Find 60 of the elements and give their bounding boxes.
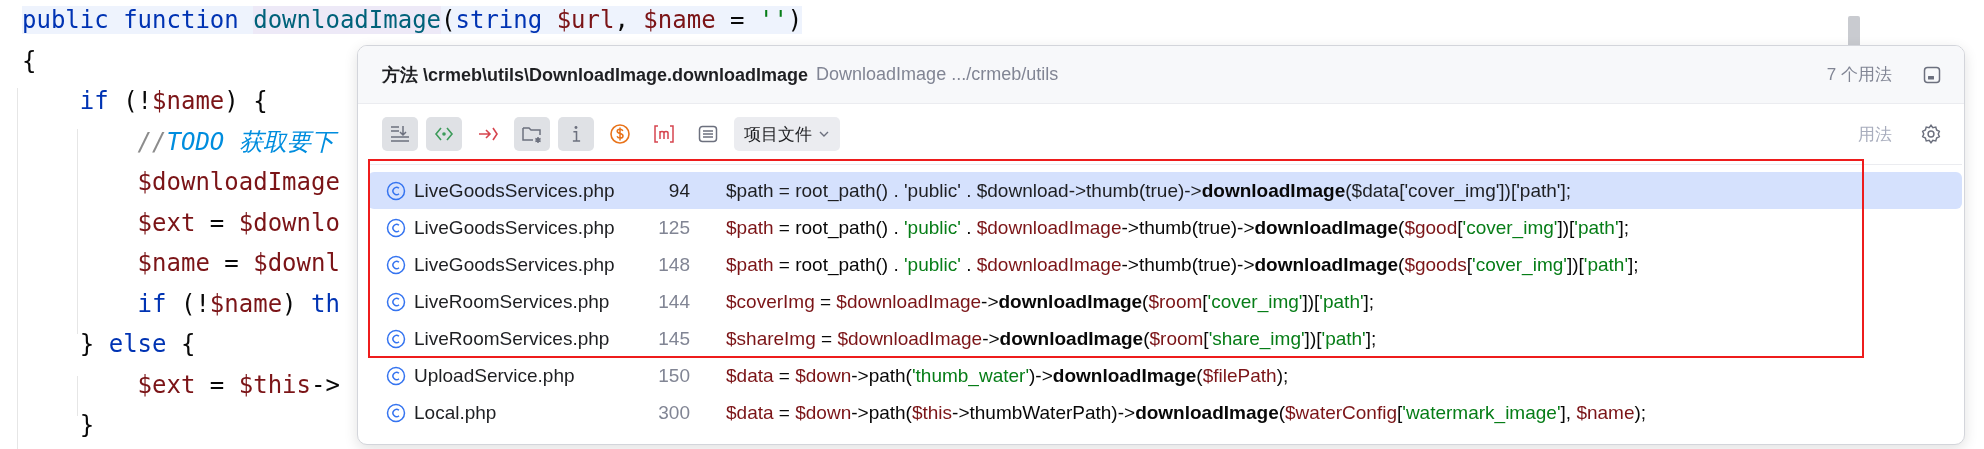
dock-icon[interactable] bbox=[1922, 64, 1942, 85]
class-icon bbox=[386, 217, 406, 238]
file-name: Local.php bbox=[414, 401, 498, 424]
line-number: 148 bbox=[657, 253, 690, 276]
code-line: $ext = $this-> bbox=[136, 370, 340, 399]
line-number: 145 bbox=[657, 327, 690, 350]
line-number: 150 bbox=[657, 364, 690, 387]
line-number: 300 bbox=[657, 401, 690, 424]
code-snippet: $path = root_path() . 'public' . $download->thumb(true)->downloadImage($data['cover_img'])['path']; bbox=[726, 179, 1572, 202]
code-snippet: $data = $down->path('thumb_water')->downloadImage($filePath); bbox=[726, 364, 1289, 387]
code-snippet: $path = root_path() . 'public' . $downloadImage->thumb(true)->downloadImage($good['cover_img'])['path']; bbox=[726, 216, 1630, 239]
filter-toggle[interactable] bbox=[558, 117, 594, 151]
filter-toggle[interactable] bbox=[382, 117, 418, 151]
file-name: LiveRoomServices.php bbox=[414, 327, 611, 350]
file-name: UploadService.php bbox=[414, 364, 576, 387]
code-line: $ext = $downlo bbox=[136, 208, 340, 237]
code-line: $downloadImage bbox=[136, 168, 340, 196]
file-name: LiveGoodsServices.php bbox=[414, 253, 616, 276]
code-snippet: $shareImg = $downloadImage->downloadImage($room['share_img'])['path']; bbox=[726, 327, 1377, 350]
dollar-icon bbox=[609, 123, 631, 145]
class-icon bbox=[386, 180, 406, 201]
code-snippet: $coverImg = $downloadImage->downloadImage($room['cover_img'])['path']; bbox=[726, 290, 1375, 313]
settings-icon[interactable] bbox=[1920, 123, 1942, 145]
scope-dropdown[interactable]: 项目文件 bbox=[734, 117, 840, 151]
usage-row[interactable]: LiveGoodsServices.php 125 $path = root_path() . 'public' . $downloadImage->thumb(true)->downloadImage($good['cover_img'])['path']; bbox=[368, 209, 1962, 246]
class-icon bbox=[386, 254, 406, 275]
code-line: } else { bbox=[78, 330, 196, 358]
line-number: 94 bbox=[667, 179, 690, 202]
code-line: $name = $downl bbox=[136, 249, 340, 277]
align-bottom-icon bbox=[389, 123, 411, 145]
file-name: LiveGoodsServices.php bbox=[414, 216, 616, 239]
usage-count: 7 个用法 bbox=[1826, 64, 1892, 86]
usages-label: 用法 bbox=[1858, 122, 1892, 146]
code-snippet: $path = root_path() . 'public' . $downloadImage->thumb(true)->downloadImage($goods['cover_img'])['path']; bbox=[726, 253, 1639, 276]
code-line: if (!$name) th bbox=[136, 289, 340, 318]
line-number: 144 bbox=[657, 290, 690, 313]
class-icon bbox=[386, 291, 406, 312]
filter-toggle[interactable] bbox=[426, 117, 462, 151]
info-icon bbox=[571, 126, 581, 142]
list-icon bbox=[697, 123, 719, 145]
usage-row[interactable]: LiveRoomServices.php 144 $coverImg = $downloadImage->downloadImage($room['cover_img'])['path']; bbox=[368, 283, 1962, 320]
code-line: } bbox=[78, 411, 95, 439]
usage-row[interactable]: LiveGoodsServices.php 94 $path = root_path() . 'public' . $download->thumb(true)->downloadImage($data['cover_img'])['path']; bbox=[368, 172, 1962, 209]
file-name: LiveRoomServices.php bbox=[414, 290, 611, 313]
popup-location: DownloadImage .../crmeb/utils bbox=[816, 64, 1059, 85]
usage-row[interactable]: Local.php 300 $data = $down->path($this->thumbWaterPath)->downloadImage($waterConfig['watermark_image'], $name); bbox=[368, 394, 1962, 431]
usage-row[interactable]: UploadService.php 150 $data = $down->path('thumb_water')->downloadImage($filePath); bbox=[368, 357, 1962, 394]
usage-row[interactable]: LiveRoomServices.php 145 $shareImg = $downloadImage->downloadImage($room['share_img'])['path']; bbox=[368, 320, 1962, 357]
code-line: { bbox=[22, 46, 37, 75]
filter-toggle[interactable] bbox=[514, 117, 550, 151]
bracket-icon bbox=[653, 123, 675, 145]
class-icon bbox=[386, 365, 406, 386]
popup-title: 方法 \crmeb\utils\DownloadImage.downloadImage bbox=[382, 63, 809, 87]
class-icon bbox=[386, 328, 406, 349]
file-name: LiveGoodsServices.php bbox=[414, 179, 616, 202]
code-snippet: $data = $down->path($this->thumbWaterPath)->downloadImage($waterConfig['watermark_image'], $name); bbox=[726, 401, 1647, 424]
line-number: 125 bbox=[657, 216, 690, 239]
code-line: if (!$name) { bbox=[78, 87, 268, 115]
usage-row[interactable]: LiveGoodsServices.php 148 $path = root_path() . 'public' . $downloadImage->thumb(true)->downloadImage($goods['cover_img'])['path']; bbox=[368, 246, 1962, 283]
class-icon bbox=[386, 402, 406, 423]
